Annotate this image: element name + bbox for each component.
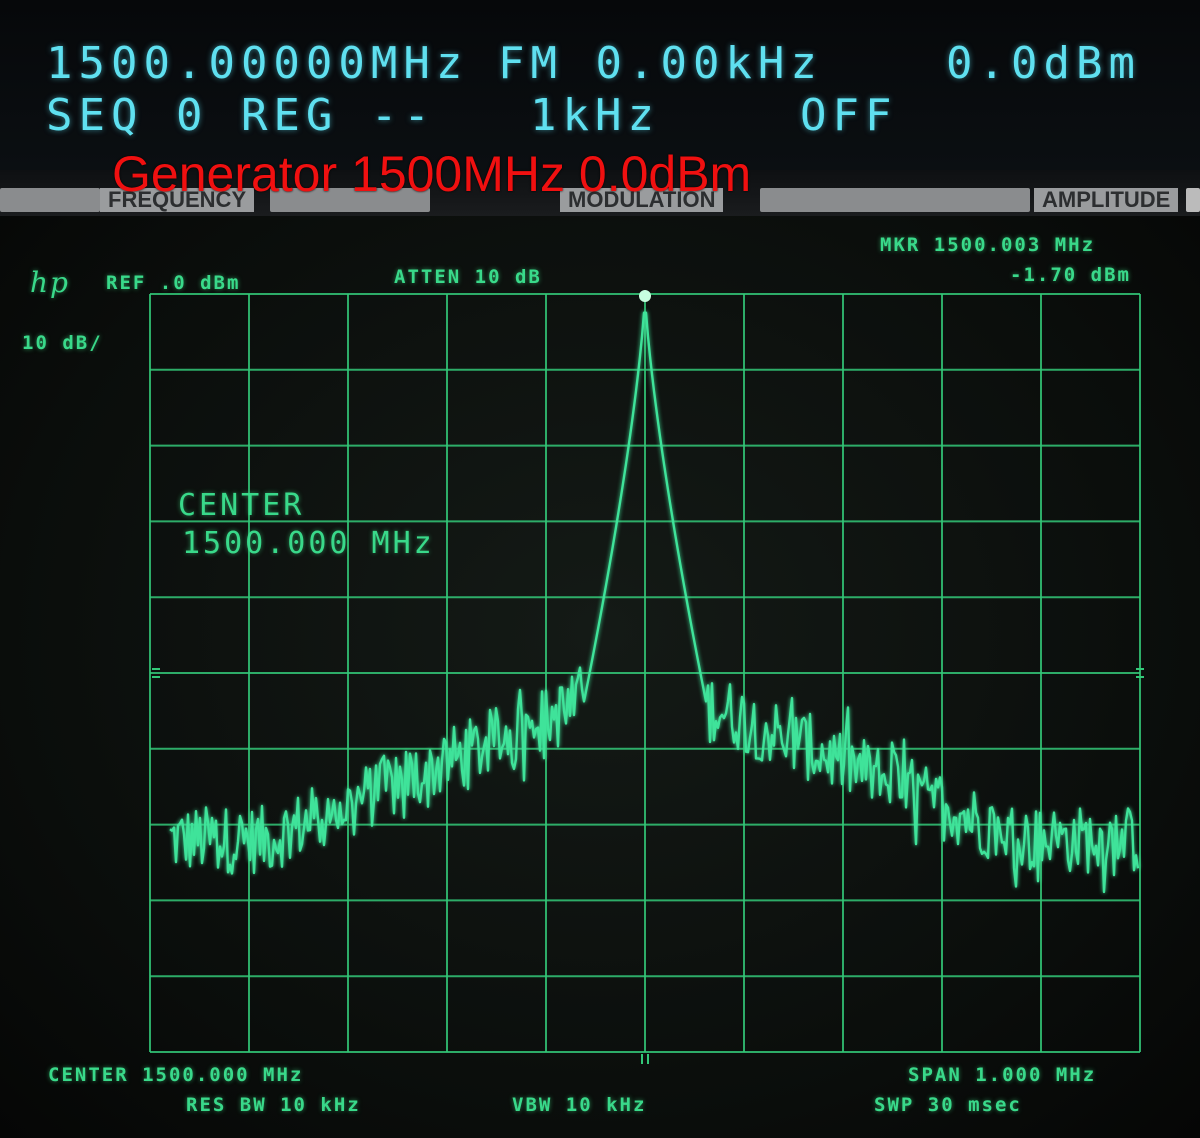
center-annotation-value: 1500.000 MHz	[182, 526, 435, 561]
marker-level: -1.70 dBm	[1010, 264, 1131, 286]
generator-sequence: SEQ 0 REG --	[46, 90, 436, 141]
sweep-time: SWP 30 msec	[874, 1094, 1022, 1116]
span: SPAN 1.000 MHz	[908, 1064, 1097, 1086]
marker-frequency: MKR 1500.003 MHz	[880, 234, 1096, 256]
amplitude-section-label: AMPLITUDE	[1034, 188, 1179, 212]
center-annotation-label: CENTER	[178, 488, 305, 523]
resolution-bandwidth: RES BW 10 kHz	[186, 1094, 361, 1116]
spectrum-trace	[169, 311, 1140, 894]
generator-mod-rate: 1kHz	[530, 90, 660, 141]
panel-edge	[1186, 188, 1200, 212]
spectrum-analyzer-screen: hp REF .0 dBm ATTEN 10 dB MKR 1500.003 M…	[0, 216, 1200, 1138]
generator-modulation: FM 0.00kHz	[498, 38, 823, 89]
video-bandwidth: VBW 10 kHz	[512, 1094, 647, 1116]
generator-frequency: 1500.00000MHz	[46, 38, 469, 89]
hp-logo: hp	[30, 266, 70, 299]
graticule-grid	[149, 293, 1141, 1053]
generator-status: OFF	[800, 90, 898, 141]
reference-level: REF .0 dBm	[106, 272, 241, 294]
attenuation: ATTEN 10 dB	[394, 266, 542, 288]
center-frequency-footer: CENTER 1500.000 MHz	[48, 1064, 304, 1086]
generator-amplitude: 0.0dBm	[946, 38, 1141, 89]
panel-divider	[0, 188, 100, 212]
spectrum-display	[149, 290, 1144, 1064]
graticule-ticks	[152, 668, 1144, 1064]
generator-overlay-caption: Generator 1500MHz 0.0dBm	[112, 146, 752, 202]
panel-divider	[760, 188, 1030, 212]
scale-per-division: 10 dB/	[22, 332, 103, 354]
marker-dot	[639, 290, 651, 302]
